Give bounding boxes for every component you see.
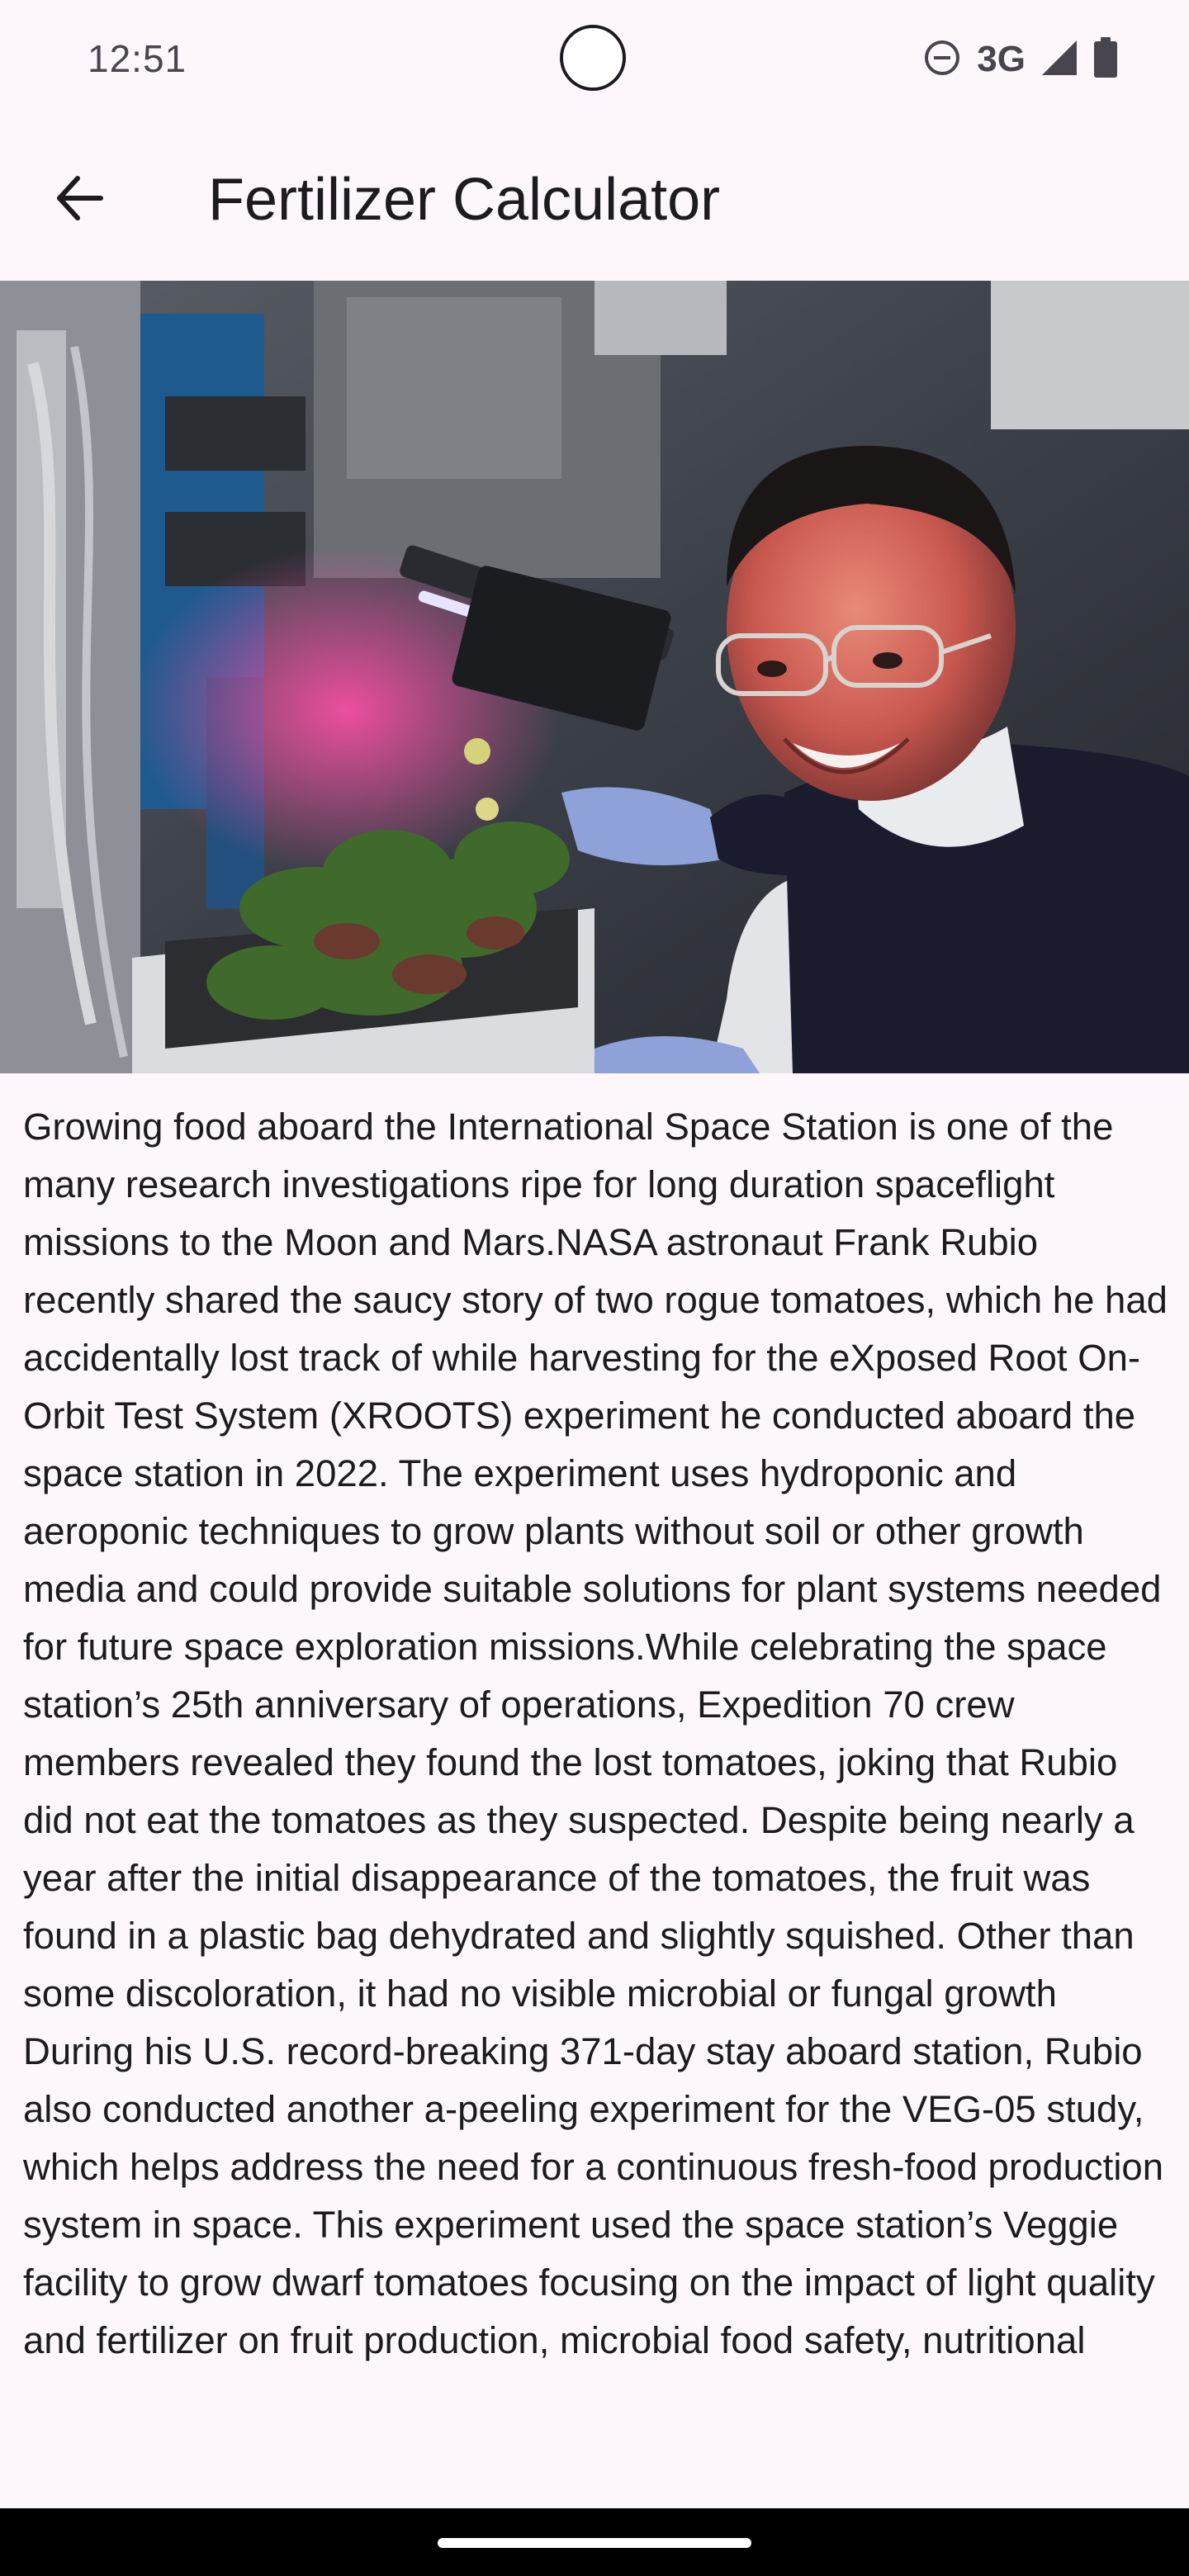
signal-icon [1040, 39, 1078, 81]
battery-icon [1093, 36, 1118, 83]
system-navigation-bar [0, 2508, 1189, 2576]
do-not-disturb-icon [922, 38, 962, 82]
back-button[interactable] [40, 160, 119, 239]
arrow-back-icon [53, 172, 106, 229]
camera-cutout [560, 25, 626, 91]
astronaut-tomato-photo [0, 281, 1189, 1073]
status-time: 12:51 [88, 37, 187, 80]
status-icons: 3G [922, 36, 1118, 83]
hero-image [0, 281, 1189, 1073]
status-bar: 12:51 3G [0, 0, 1189, 119]
home-gesture-handle[interactable] [438, 2538, 751, 2548]
article-scroll-area[interactable]: Growing food aboard the International Sp… [0, 1073, 1189, 2508]
top-app-bar: Fertilizer Calculator [0, 119, 1189, 281]
page-title: Fertilizer Calculator [208, 167, 721, 233]
network-type-label: 3G [977, 39, 1026, 79]
article-body-text: Growing food aboard the International Sp… [23, 1106, 1168, 2361]
